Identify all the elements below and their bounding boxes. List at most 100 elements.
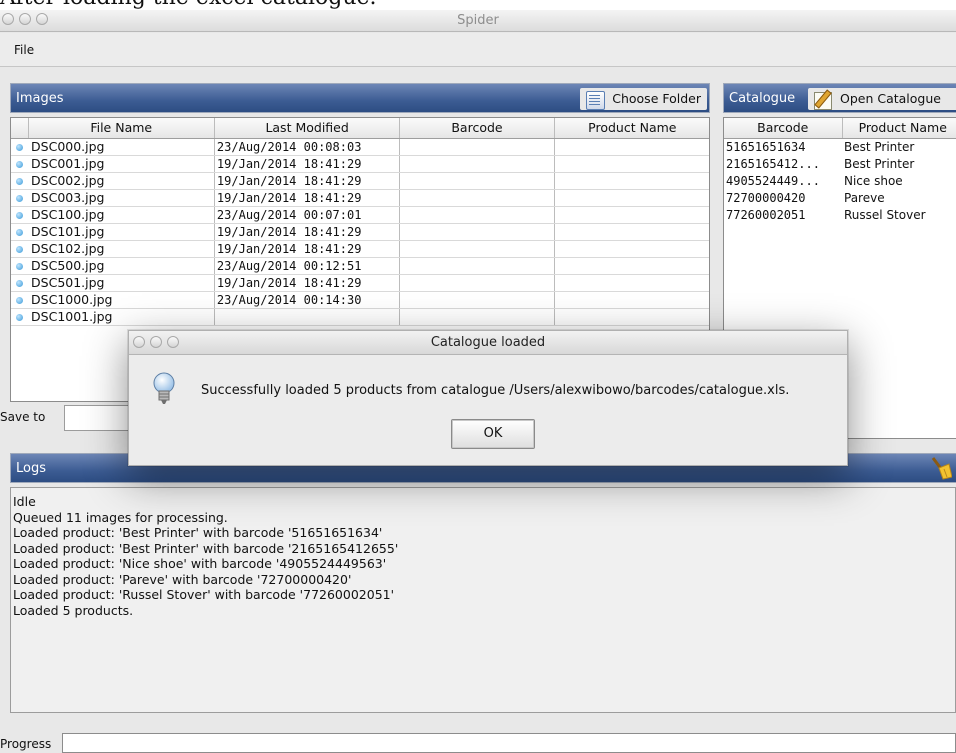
cell-product-name[interactable] — [554, 206, 709, 224]
cell-catalogue-product[interactable]: Pareve — [842, 189, 956, 206]
window-titlebar: Spider — [0, 10, 956, 32]
table-row[interactable]: 2165165412... Best Printer — [724, 155, 956, 172]
images-table-header: File Name Last Modified Barcode Product … — [11, 118, 709, 139]
cell-last-modified[interactable]: 19/Jan/2014 18:41:29 — [214, 189, 401, 207]
log-line: Loaded product: 'Russel Stover' with bar… — [13, 587, 395, 602]
cell-product-name[interactable] — [554, 155, 709, 173]
cell-barcode[interactable] — [399, 274, 555, 292]
cell-catalogue-barcode[interactable]: 72700000420 — [724, 189, 842, 206]
row-status-icon — [11, 308, 29, 326]
table-row[interactable]: DSC1001.jpg — [11, 308, 709, 326]
table-row[interactable]: 4905524449... Nice shoe — [724, 172, 956, 189]
cell-barcode[interactable] — [399, 240, 555, 258]
table-row[interactable]: 72700000420 Pareve — [724, 189, 956, 206]
cell-product-name[interactable] — [554, 172, 709, 190]
cell-barcode[interactable] — [399, 223, 555, 241]
cell-catalogue-barcode[interactable]: 2165165412... — [724, 155, 842, 172]
cell-product-name[interactable] — [554, 189, 709, 207]
cell-barcode[interactable] — [399, 291, 555, 309]
column-last-modified[interactable]: Last Modified — [214, 118, 401, 139]
cell-catalogue-product[interactable]: Best Printer — [842, 138, 956, 155]
table-row[interactable]: DSC1000.jpg 23/Aug/2014 00:14:30 — [11, 291, 709, 309]
cell-product-name[interactable] — [554, 240, 709, 258]
table-row[interactable]: DSC002.jpg 19/Jan/2014 18:41:29 — [11, 172, 709, 190]
cell-catalogue-barcode[interactable]: 51651651634 — [724, 138, 842, 155]
logs-panel-title: Logs — [16, 461, 46, 476]
table-row[interactable]: DSC501.jpg 19/Jan/2014 18:41:29 — [11, 274, 709, 292]
progress-label: Progress — [0, 737, 52, 751]
cell-product-name[interactable] — [554, 257, 709, 275]
cell-product-name[interactable] — [554, 291, 709, 309]
cell-file-name[interactable]: DSC102.jpg — [28, 240, 215, 258]
row-status-icon — [11, 172, 29, 190]
save-to-field[interactable] — [64, 405, 134, 431]
cell-barcode[interactable] — [399, 206, 555, 224]
cell-barcode[interactable] — [399, 155, 555, 173]
column-barcode[interactable]: Barcode — [399, 118, 555, 139]
cell-catalogue-barcode[interactable]: 4905524449... — [724, 172, 842, 189]
cell-barcode[interactable] — [399, 138, 555, 156]
column-product-name[interactable]: Product Name — [554, 118, 709, 139]
cell-product-name[interactable] — [554, 274, 709, 292]
logs-output[interactable]: Idle Queued 11 images for processing. Load… — [10, 487, 956, 713]
row-status-icon — [11, 155, 29, 173]
log-line: Idle — [13, 494, 36, 509]
cell-last-modified[interactable]: 23/Aug/2014 00:07:01 — [214, 206, 401, 224]
table-row[interactable]: DSC102.jpg 19/Jan/2014 18:41:29 — [11, 240, 709, 258]
column-file-name[interactable]: File Name — [28, 118, 215, 139]
cell-file-name[interactable]: DSC100.jpg — [28, 206, 215, 224]
cell-catalogue-product[interactable]: Nice shoe — [842, 172, 956, 189]
menu-file[interactable]: File — [14, 43, 34, 57]
cell-barcode[interactable] — [399, 257, 555, 275]
open-catalogue-button[interactable]: Open Catalogue — [808, 88, 956, 110]
cell-file-name[interactable]: DSC1001.jpg — [28, 308, 215, 326]
cell-catalogue-product[interactable]: Best Printer — [842, 155, 956, 172]
row-status-icon — [11, 257, 29, 275]
ok-button[interactable]: OK — [451, 419, 535, 449]
table-row[interactable]: DSC500.jpg 23/Aug/2014 00:12:51 — [11, 257, 709, 275]
table-row[interactable]: 51651651634 Best Printer — [724, 138, 956, 155]
table-row[interactable]: DSC001.jpg 19/Jan/2014 18:41:29 — [11, 155, 709, 173]
column-catalogue-product-name[interactable]: Product Name — [842, 118, 956, 139]
log-line: Loaded product: 'Nice shoe' with barcode… — [13, 556, 387, 571]
cell-file-name[interactable]: DSC001.jpg — [28, 155, 215, 173]
notepad-icon — [812, 89, 834, 110]
page-caption: After loading the excel catalogue. — [0, 0, 956, 10]
table-row[interactable]: DSC100.jpg 23/Aug/2014 00:07:01 — [11, 206, 709, 224]
cell-product-name[interactable] — [554, 308, 709, 326]
cell-file-name[interactable]: DSC002.jpg — [28, 172, 215, 190]
cell-file-name[interactable]: DSC101.jpg — [28, 223, 215, 241]
table-row[interactable]: DSC003.jpg 19/Jan/2014 18:41:29 — [11, 189, 709, 207]
progress-bar — [62, 733, 956, 753]
table-row[interactable]: DSC000.jpg 23/Aug/2014 00:08:03 — [11, 138, 709, 156]
cell-last-modified[interactable]: 19/Jan/2014 18:41:29 — [214, 223, 401, 241]
cell-barcode[interactable] — [399, 308, 555, 326]
cell-barcode[interactable] — [399, 189, 555, 207]
cell-last-modified[interactable]: 23/Aug/2014 00:14:30 — [214, 291, 401, 309]
choose-folder-button[interactable]: Choose Folder — [580, 88, 707, 110]
cell-barcode[interactable] — [399, 172, 555, 190]
cell-file-name[interactable]: DSC000.jpg — [28, 138, 215, 156]
cell-last-modified[interactable]: 23/Aug/2014 00:08:03 — [214, 138, 401, 156]
cell-file-name[interactable]: DSC501.jpg — [28, 274, 215, 292]
table-row[interactable]: 77260002051 Russel Stover — [724, 206, 956, 223]
cell-last-modified[interactable] — [214, 308, 401, 326]
cell-last-modified[interactable]: 23/Aug/2014 00:12:51 — [214, 257, 401, 275]
cell-file-name[interactable]: DSC1000.jpg — [28, 291, 215, 309]
cell-product-name[interactable] — [554, 223, 709, 241]
dialog-titlebar: Catalogue loaded — [129, 331, 847, 355]
cell-last-modified[interactable]: 19/Jan/2014 18:41:29 — [214, 172, 401, 190]
cell-file-name[interactable]: DSC500.jpg — [28, 257, 215, 275]
table-row[interactable]: DSC101.jpg 19/Jan/2014 18:41:29 — [11, 223, 709, 241]
column-catalogue-barcode[interactable]: Barcode — [724, 118, 843, 139]
cell-last-modified[interactable]: 19/Jan/2014 18:41:29 — [214, 155, 401, 173]
images-panel-title: Images — [16, 91, 64, 106]
window-title: Spider — [457, 13, 499, 28]
cell-product-name[interactable] — [554, 138, 709, 156]
cell-file-name[interactable]: DSC003.jpg — [28, 189, 215, 207]
cell-catalogue-product[interactable]: Russel Stover — [842, 206, 956, 223]
cell-catalogue-barcode[interactable]: 77260002051 — [724, 206, 842, 223]
cell-last-modified[interactable]: 19/Jan/2014 18:41:29 — [214, 274, 401, 292]
broom-icon[interactable] — [930, 455, 952, 481]
cell-last-modified[interactable]: 19/Jan/2014 18:41:29 — [214, 240, 401, 258]
